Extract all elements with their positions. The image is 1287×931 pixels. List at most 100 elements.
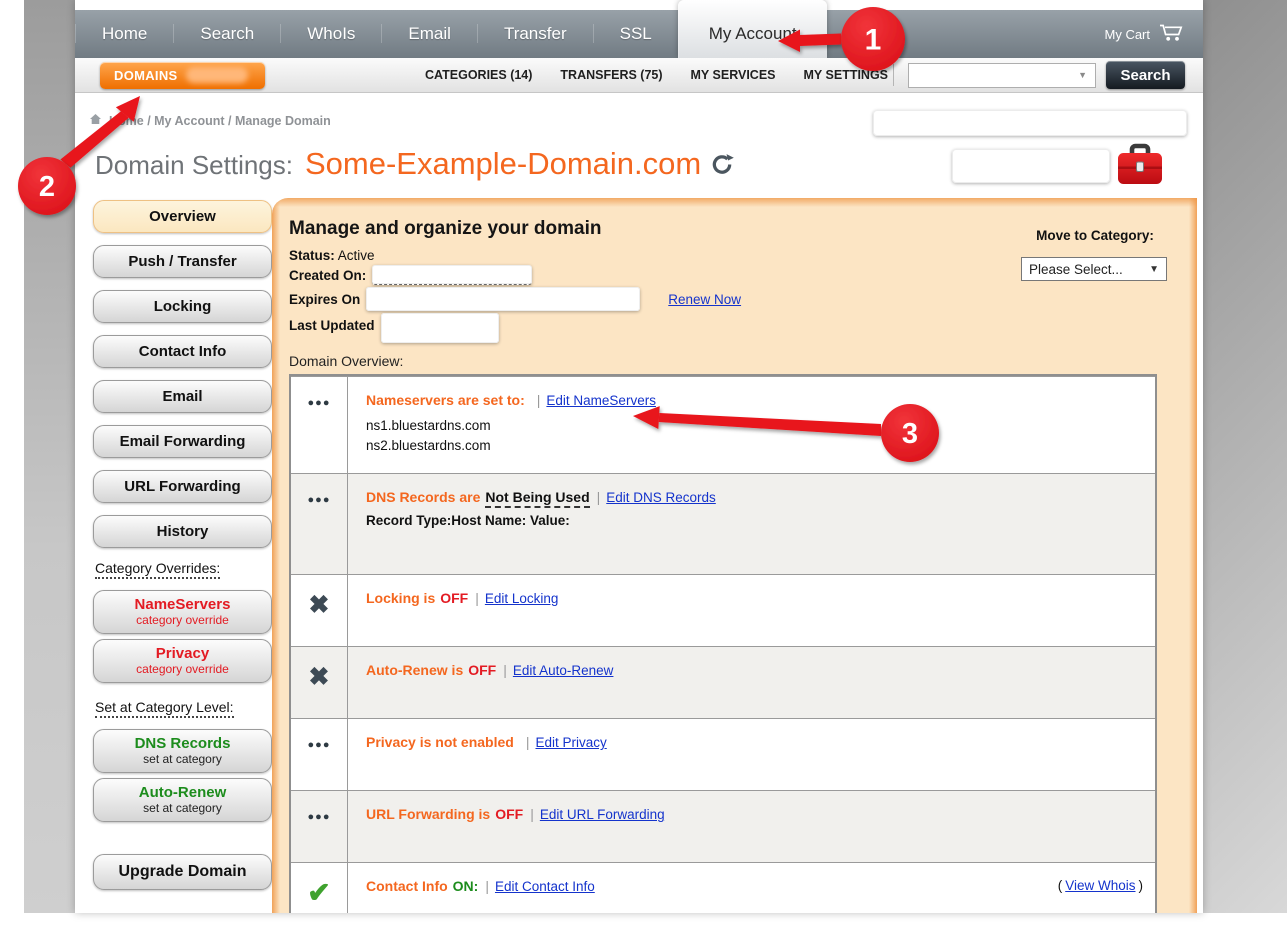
row-edit-link[interactable]: Edit DNS Records xyxy=(606,490,716,505)
page-title: Domain Settings: Some-Example-Domain.com xyxy=(95,146,734,182)
category-label: DNS Records xyxy=(135,736,231,753)
move-to-category-select[interactable]: Please Select... ▼ xyxy=(1021,257,1167,281)
desktop-edge-right xyxy=(1203,0,1287,913)
domain-overview-label: Domain Overview: xyxy=(289,353,1197,369)
browser-page: HomeSearchWhoIsEmailTransferSSL My Accou… xyxy=(75,0,1203,913)
toolbox-icon[interactable] xyxy=(1115,141,1165,194)
status-value: Active xyxy=(338,248,375,263)
chevron-down-icon: ▼ xyxy=(1149,264,1159,275)
move-to-category-value: Please Select... xyxy=(1029,262,1123,277)
table-row: ●●● Privacy is not enabled|Edit Privacy xyxy=(291,718,1155,790)
domain-panel: Manage and organize your domain Status: … xyxy=(272,198,1197,913)
row-details: ns1.bluestardns.com ns2.bluestardns.com xyxy=(366,416,1139,457)
table-row: ✖ Locking isOFF|Edit Locking xyxy=(291,574,1155,646)
row-status-icon: ✖ xyxy=(291,575,348,646)
subnav-tab-domains[interactable]: DOMAINS xyxy=(100,62,265,89)
move-to-category: Move to Category: Please Select... ▼ xyxy=(1021,228,1169,281)
my-cart[interactable]: My Cart xyxy=(1105,10,1204,58)
row-edit-link[interactable]: Edit NameServers xyxy=(546,393,656,408)
sidebar-override-item[interactable]: NameServers category override xyxy=(93,590,272,634)
row-status-icon: ✖ xyxy=(291,647,348,718)
sidebar-category-item[interactable]: DNS Records set at category xyxy=(93,729,272,773)
subnav-tab[interactable]: MY SERVICES xyxy=(691,68,776,82)
home-icon xyxy=(89,113,102,128)
row-title: Nameservers are set to: xyxy=(366,392,525,408)
refresh-icon[interactable] xyxy=(711,153,734,181)
sidebar-item-overview[interactable]: Overview xyxy=(93,200,272,233)
subnav-tab[interactable]: CATEGORIES (14) xyxy=(425,68,532,82)
breadcrumb[interactable]: Home / My Account / Manage Domain xyxy=(89,113,331,128)
row-edit-link[interactable]: Edit Locking xyxy=(485,591,559,606)
row-status-icon: ●●● xyxy=(291,377,348,473)
subnav-tab[interactable]: TRANSFERS (75) xyxy=(560,68,662,82)
row-status-icon: ●●● xyxy=(291,791,348,862)
row-right-note xyxy=(1137,590,1143,605)
row-right-note xyxy=(1137,806,1143,821)
row-edit-link[interactable]: Edit Contact Info xyxy=(495,879,595,894)
nav-tab[interactable]: Search xyxy=(173,24,280,43)
override-sub-label: category override xyxy=(136,663,229,676)
page-title-label: Domain Settings: xyxy=(95,150,293,181)
sidebar-item-upgrade-domain[interactable]: Upgrade Domain xyxy=(93,854,272,890)
domain-name: Some-Example-Domain.com xyxy=(305,146,701,182)
nav-tab[interactable]: Email xyxy=(381,24,477,43)
my-cart-label: My Cart xyxy=(1105,27,1151,42)
row-title: Privacy is not enabled xyxy=(366,734,514,750)
table-row: ✔ Contact InfoON:|Edit Contact Info xyxy=(291,862,1155,913)
sidebar-item[interactable]: Email Forwarding xyxy=(93,425,272,458)
row-title: Locking is xyxy=(366,590,435,606)
top-navigation: HomeSearchWhoIsEmailTransferSSL My Accou… xyxy=(75,10,1203,58)
row-title: Contact Info xyxy=(366,878,448,894)
row-edit-link[interactable]: Edit Privacy xyxy=(535,735,606,750)
row-details: Record Type:Host Name: Value: xyxy=(366,511,1139,531)
sidebar-item[interactable]: URL Forwarding xyxy=(93,470,272,503)
table-row: ●●● URL Forwarding isOFF|Edit URL Forwar… xyxy=(291,790,1155,862)
subnav-tab[interactable]: MY SETTINGS xyxy=(804,68,889,82)
row-right-note: (View Whois) xyxy=(1058,878,1143,893)
nav-tab[interactable]: Home xyxy=(75,24,173,43)
expires-line: Expires OnRenew Now xyxy=(289,287,1197,311)
row-right-note xyxy=(1137,734,1143,749)
override-sub-label: category override xyxy=(136,614,229,627)
view-whois-link[interactable]: View Whois xyxy=(1065,878,1135,893)
row-right-note xyxy=(1137,489,1143,504)
sidebar-item[interactable]: History xyxy=(93,515,272,548)
domains-label: DOMAINS xyxy=(114,68,178,83)
table-row: ✖ Auto-Renew isOFF|Edit Auto-Renew xyxy=(291,646,1155,718)
domain-search-select[interactable]: ▼ xyxy=(908,63,1096,88)
sidebar-override-item[interactable]: Privacy category override xyxy=(93,639,272,683)
sidebar: Overview Push / Transfer Locking Contact I… xyxy=(75,198,272,913)
sub-navigation: DOMAINS CATEGORIES (14) TRANSFERS (75) MY … xyxy=(75,58,1203,93)
sidebar-item[interactable]: Push / Transfer xyxy=(93,245,272,278)
desktop-edge-left xyxy=(24,0,75,913)
redacted-domain-count xyxy=(186,67,248,83)
redacted-box xyxy=(952,149,1110,183)
content: Overview Push / Transfer Locking Contact I… xyxy=(75,198,1203,913)
row-edit-link[interactable]: Edit Auto-Renew xyxy=(513,663,614,678)
domain-overview-table: ●●● Nameservers are set to:|Edit NameSer… xyxy=(289,374,1157,913)
category-sub-label: set at category xyxy=(143,802,222,815)
nav-tab[interactable]: SSL xyxy=(593,24,678,43)
search-button[interactable]: Search xyxy=(1106,61,1185,89)
sidebar-item[interactable]: Contact Info xyxy=(93,335,272,368)
nav-tab[interactable]: Transfer xyxy=(477,24,593,43)
set-at-category-heading: Set at Category Level: xyxy=(95,699,234,718)
chevron-down-icon: ▼ xyxy=(1078,70,1087,80)
row-edit-link[interactable]: Edit URL Forwarding xyxy=(540,807,665,822)
renew-now-link[interactable]: Renew Now xyxy=(668,292,741,307)
category-label: Auto-Renew xyxy=(139,785,227,802)
row-status-icon: ●●● xyxy=(291,719,348,790)
row-right-note xyxy=(1137,662,1143,677)
sidebar-item[interactable]: Email xyxy=(93,380,272,413)
move-to-category-label: Move to Category: xyxy=(1021,228,1169,243)
sidebar-item[interactable]: Locking xyxy=(93,290,272,323)
nav-tab-my-account[interactable]: My Account xyxy=(678,0,827,58)
sidebar-category-item[interactable]: Auto-Renew set at category xyxy=(93,778,272,822)
row-status-icon: ✔ xyxy=(291,863,348,913)
breadcrumb-path: Home / My Account / Manage Domain xyxy=(109,114,331,128)
cart-icon xyxy=(1159,23,1185,45)
row-title: Auto-Renew is xyxy=(366,662,463,678)
page: HomeSearchWhoIsEmailTransferSSL My Accou… xyxy=(0,0,1287,931)
nav-tab[interactable]: WhoIs xyxy=(280,24,381,43)
override-label: NameServers xyxy=(135,597,231,614)
